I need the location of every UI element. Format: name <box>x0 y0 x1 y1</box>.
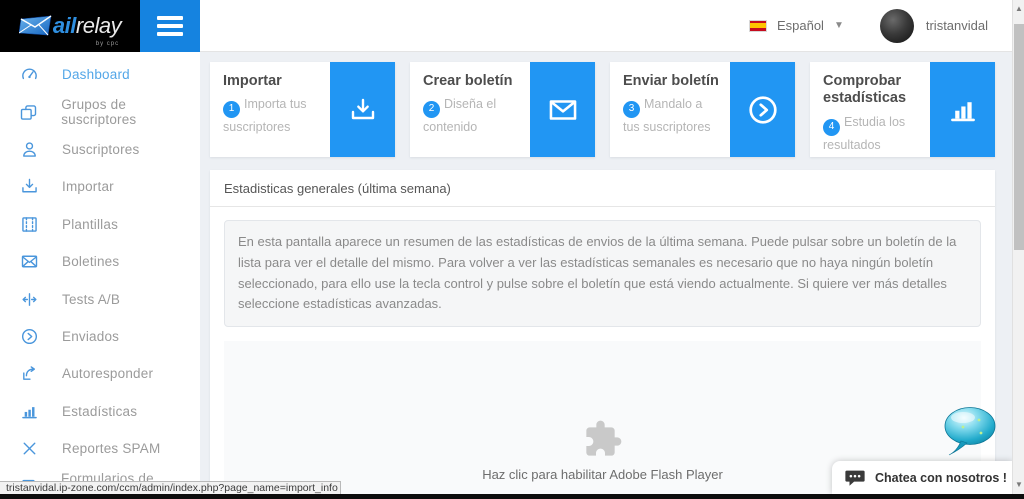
groups-icon <box>18 101 39 123</box>
sidebar-item-plantillas[interactable]: Plantillas <box>0 206 200 243</box>
language-selector[interactable]: Español <box>777 18 824 33</box>
sidebar-item-label: Tests A/B <box>62 291 121 307</box>
step-card-importar[interactable]: Importar 1 Importa tus suscriptores <box>210 62 395 157</box>
user-avatar[interactable] <box>879 8 914 43</box>
stats-info-text: En esta pantalla aparece un resumen de l… <box>224 220 981 328</box>
sidebar-item-tests-ab[interactable]: Tests A/B <box>0 280 200 317</box>
sidebar-item-boletines[interactable]: Boletines <box>0 243 200 280</box>
step-title: Comprobar estadísticas <box>823 73 907 107</box>
logo-byline: by cpc <box>95 41 120 47</box>
browser-status-url: tristanvidal.ip-zone.com/ccm/admin/index… <box>0 481 341 495</box>
flash-enable-label: Haz clic para habilitar Adobe Flash Play… <box>482 467 723 483</box>
step-number-badge: 3 <box>623 101 640 119</box>
chat-icon <box>845 470 865 486</box>
step-title: Crear boletín <box>423 73 513 89</box>
sidebar-item-label: Plantillas <box>62 216 119 232</box>
template-icon <box>18 213 40 235</box>
scrollbar-down-arrow[interactable]: ▼ <box>1013 478 1024 492</box>
step-number-badge: 4 <box>823 118 840 136</box>
send-circle-icon <box>730 62 795 157</box>
sidebar-nav: Dashboard Grupos de suscriptores Suscrip… <box>0 52 200 499</box>
sidebar-item-grupos-de-suscriptores[interactable]: Grupos de suscriptores <box>0 93 200 130</box>
subscriber-person-icon <box>18 138 40 160</box>
puzzle-piece-icon <box>585 420 621 456</box>
newsletter-envelope-icon <box>18 251 40 273</box>
sidebar-item-label: Reportes SPAM <box>62 441 161 457</box>
sidebar-item-dashboard[interactable]: Dashboard <box>0 56 200 93</box>
sidebar-item-label: Boletines <box>62 254 120 270</box>
dashboard-gauge-icon <box>18 64 40 86</box>
sent-circle-arrow-icon <box>18 325 40 347</box>
sidebar-item-label: Suscriptores <box>62 141 140 157</box>
main-content: Importar 1 Importa tus suscriptores Crear… <box>200 52 1012 499</box>
envelope-icon <box>530 62 595 157</box>
autoresponder-arrow-icon <box>18 363 40 385</box>
chat-with-us-button[interactable]: Chatea con nosotros ! <box>832 461 1012 494</box>
sidebar-item-label: Grupos de suscriptores <box>61 97 137 128</box>
step-number-badge: 1 <box>223 101 240 119</box>
onboarding-steps: Importar 1 Importa tus suscriptores Crear… <box>210 62 995 157</box>
sidebar-item-label: Importar <box>62 179 114 195</box>
top-bar: Español ▼ tristanvidal <box>200 0 1012 52</box>
step-number-badge: 2 <box>423 101 440 119</box>
download-tray-icon <box>330 62 395 157</box>
app-window: ailrelay by cpc Español ▼ tristanvidal D… <box>0 0 1024 499</box>
hamburger-menu-button[interactable] <box>140 0 200 52</box>
step-title: Importar <box>223 73 282 89</box>
stats-panel-title: Estadisticas generales (última semana) <box>210 170 995 207</box>
mailrelay-logo[interactable]: ailrelay by cpc <box>0 0 140 52</box>
sidebar-item-importar[interactable]: Importar <box>0 168 200 205</box>
scrollbar-thumb[interactable] <box>1014 24 1024 250</box>
stats-panel: Estadisticas generales (última semana) E… <box>210 170 995 499</box>
statistics-bars-icon <box>18 400 40 422</box>
vertical-scrollbar[interactable]: ▲ ▼ <box>1012 0 1024 494</box>
bar-chart-icon <box>930 62 995 157</box>
sidebar-item-label: Dashboard <box>62 67 130 83</box>
step-card-comprobar-estadisticas[interactable]: Comprobar estadísticas 4 Estudia los resu… <box>810 62 995 157</box>
user-name[interactable]: tristanvidal <box>926 18 988 33</box>
scrollbar-up-arrow[interactable]: ▲ <box>1013 2 1024 16</box>
spain-flag-icon <box>748 19 767 32</box>
sidebar-item-reportes-spam[interactable]: Reportes SPAM <box>0 430 200 467</box>
window-bottom-edge <box>0 494 1024 499</box>
sidebar-item-label: Estadísticas <box>62 403 138 419</box>
sidebar-item-autoresponder[interactable]: Autoresponder <box>0 355 200 392</box>
chat-label: Chatea con nosotros ! <box>875 470 1007 485</box>
spam-cross-icon <box>18 438 40 460</box>
step-card-crear-boletin[interactable]: Crear boletín 2 Diseña el contenido <box>410 62 595 157</box>
logo-text-ail: ail <box>52 13 76 38</box>
ab-test-arrows-icon <box>18 288 40 310</box>
sidebar-item-suscriptores[interactable]: Suscriptores <box>0 131 200 168</box>
logo-text-relay: relay <box>75 13 122 38</box>
import-download-icon <box>18 176 40 198</box>
sidebar-item-label: Autoresponder <box>62 366 154 382</box>
chevron-down-icon[interactable]: ▼ <box>834 20 844 31</box>
sidebar-item-label: Enviados <box>62 328 120 344</box>
step-title: Enviar boletín <box>623 73 719 89</box>
chat-bubble-icon[interactable] <box>941 405 999 464</box>
envelope-logo-icon <box>18 15 52 36</box>
sidebar-item-estadisticas[interactable]: Estadísticas <box>0 393 200 430</box>
sidebar-item-enviados[interactable]: Enviados <box>0 318 200 355</box>
step-card-enviar-boletin[interactable]: Enviar boletín 3 Mandalo a tus suscriptor… <box>610 62 795 157</box>
